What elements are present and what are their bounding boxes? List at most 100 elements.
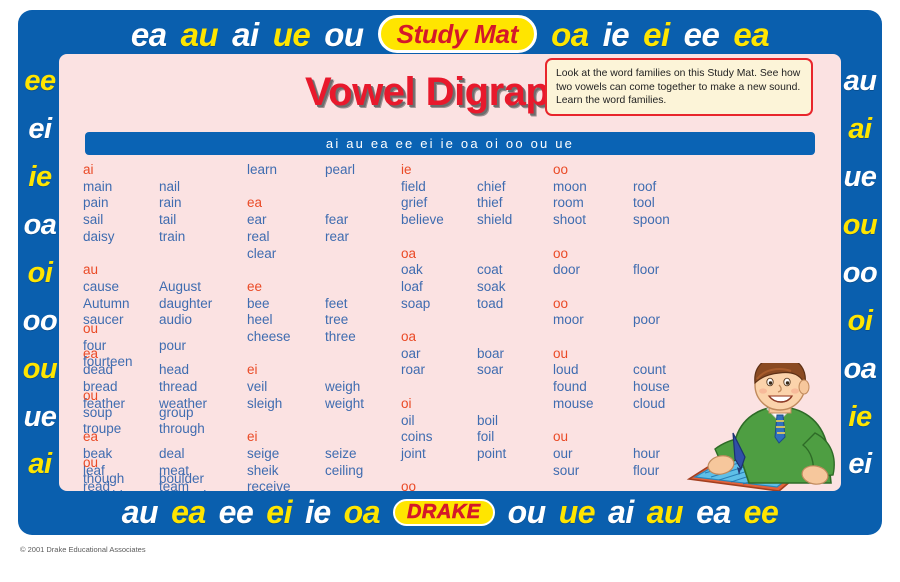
border-digraph: ee	[24, 65, 56, 98]
word-item: soak	[477, 278, 506, 294]
word-item: shield	[477, 212, 513, 228]
digraph-summary-bar: ai au ea ee ei ie oa oi oo ou ue	[85, 132, 815, 155]
border-digraph: ea	[696, 494, 731, 530]
digraph-heading: ou	[83, 454, 99, 470]
border-digraph: ie	[28, 161, 52, 194]
digraph-heading: ou	[553, 429, 569, 445]
border-digraph: ou	[324, 15, 364, 53]
left-border-strip: ee ei ie oa oi oo ou ue ai	[18, 58, 62, 489]
word-item: fear	[325, 212, 349, 228]
border-digraph: ai	[848, 113, 872, 146]
word-item: hour	[633, 445, 661, 461]
border-digraph: au	[180, 15, 219, 53]
top-border-strip: ea au ai ue ou Study Mat oa ie ei ee ea	[18, 10, 882, 58]
word-item: mouse	[553, 395, 594, 411]
word-column: nail rain tail train August daughter audio head…	[159, 162, 243, 491]
word-column: chief thief shield coat soak toad boar soar boil…	[477, 162, 549, 461]
word-item: heel	[247, 312, 273, 328]
border-digraph: ie	[602, 15, 630, 53]
digraph-summary-text: ai au ea ee ei ie oa oi oo ou ue	[325, 136, 575, 151]
word-item: field	[401, 178, 426, 194]
border-digraph: ei	[848, 448, 872, 481]
border-digraph: oo	[22, 304, 58, 337]
word-item: Autumn	[83, 295, 130, 311]
instruction-note-text: Look at the word families on this Study …	[556, 68, 801, 106]
word-item: weight	[325, 395, 365, 411]
word-item: sail	[83, 212, 104, 228]
word-item: shoulder	[83, 488, 135, 491]
word-item: moor	[553, 312, 584, 328]
word-item: clear	[247, 245, 277, 261]
word-item: pearl	[325, 162, 356, 177]
word-item: sheik	[247, 462, 279, 478]
word-item: weigh	[325, 379, 361, 395]
border-digraph: ee	[743, 494, 779, 530]
border-digraph: ou	[507, 494, 547, 530]
word-item: nail	[159, 178, 181, 194]
digraph-heading: ei	[247, 429, 258, 445]
digraph-heading: ou	[83, 321, 99, 336]
border-digraph: ue	[23, 400, 57, 433]
content-panel: Vowel Digraphs ai au ea ee ei ie oa oi o…	[59, 54, 841, 491]
border-digraph: ie	[848, 400, 872, 433]
word-item: troupe	[83, 421, 122, 437]
word-item: thief	[477, 195, 503, 211]
word-item: veil	[247, 379, 268, 395]
study-mat-badge: Study Mat	[377, 15, 538, 53]
border-digraph: oa	[23, 209, 57, 242]
word-item: train	[159, 228, 186, 244]
border-digraph: oa	[843, 352, 877, 385]
digraph-heading: oa	[401, 245, 417, 261]
bottom-border-strip: au ea ee ei ie oa DRAKE ou ue ai au ea ee	[18, 489, 882, 535]
border-digraph: ee	[683, 15, 720, 53]
word-item: although	[159, 488, 211, 491]
word-item: ceiling	[325, 462, 364, 478]
word-item: poor	[633, 312, 661, 328]
word-column: oufourfourteenousouptroupeouthoughshould…	[83, 321, 155, 491]
word-item: oak	[401, 262, 423, 278]
border-digraph: oi	[847, 304, 873, 337]
border-digraph: oa	[343, 494, 381, 530]
digraph-heading: oa	[401, 329, 417, 344]
word-item: through	[159, 421, 205, 437]
digraph-heading: ei	[247, 362, 258, 378]
word-item: grief	[401, 195, 428, 211]
word-item: loud	[553, 362, 579, 378]
word-item: group	[159, 404, 194, 420]
border-digraph: ie	[304, 494, 331, 530]
border-digraph: ou	[22, 352, 58, 385]
boy-writing-illustration	[686, 363, 835, 491]
word-item: cloud	[633, 395, 666, 411]
word-item: joint	[401, 445, 426, 461]
word-item: shoot	[553, 212, 587, 228]
border-digraph: oi	[27, 256, 53, 289]
word-item: foil	[477, 429, 495, 445]
word-item: believe	[401, 212, 444, 228]
word-item: daisy	[83, 228, 115, 244]
word-item: rain	[159, 195, 182, 211]
word-item: coins	[401, 429, 433, 445]
word-column: oo moon room shoot oo door oo moor ou loud found mo…	[553, 162, 629, 478]
word-column: learn ea ear real clear ee bee heel cheese ei veil…	[247, 162, 321, 491]
word-item: loaf	[401, 278, 423, 294]
word-item: house	[633, 379, 670, 395]
word-column: pearl fear rear feet tree three weigh weight sei…	[325, 162, 397, 478]
word-item: soar	[477, 362, 504, 378]
word-item: tool	[633, 195, 655, 211]
border-digraph: ou	[842, 209, 878, 242]
border-digraph: ai	[608, 494, 634, 530]
word-item: ear	[247, 212, 267, 228]
drake-badge: DRAKE	[392, 498, 495, 526]
digraph-heading: ie	[401, 162, 412, 177]
border-digraph: oa	[551, 15, 589, 53]
word-item: boar	[477, 345, 505, 361]
digraph-heading: ee	[247, 278, 263, 294]
word-item: pain	[83, 195, 109, 211]
word-item: oar	[401, 345, 421, 361]
border-digraph: ei	[643, 15, 670, 53]
word-item: four	[83, 337, 107, 353]
border-digraph: ue	[558, 494, 596, 530]
poster-board: ea au ai ue ou Study Mat oa ie ei ee ea ee ei ie oa oi…	[18, 10, 882, 535]
word-item: soap	[401, 295, 431, 311]
word-item: door	[553, 262, 581, 278]
